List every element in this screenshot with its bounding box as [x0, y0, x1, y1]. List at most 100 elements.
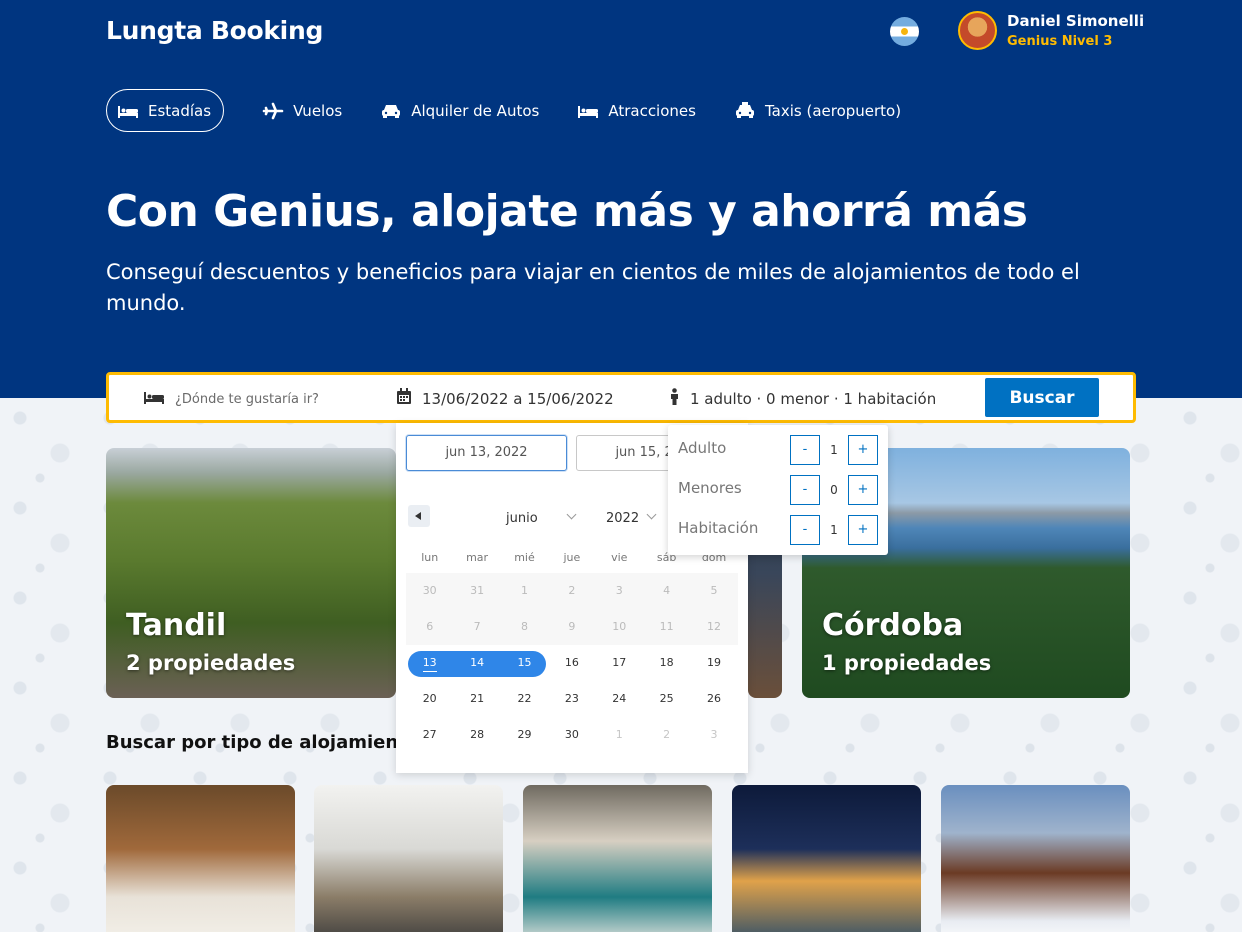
brand-logo[interactable]: Lungta Booking — [106, 16, 323, 45]
page-subtitle: Conseguí descuentos y beneficios para vi… — [106, 260, 1080, 315]
chevron-down-icon — [566, 509, 577, 520]
calendar-day: 7 — [453, 609, 501, 645]
nav-flights[interactable]: Vuelos — [262, 89, 356, 132]
dates-value: 13/06/2022 a 15/06/2022 — [422, 389, 614, 408]
plane-icon — [262, 102, 284, 120]
property-type-card-cabins[interactable] — [941, 785, 1130, 932]
guest-row-rooms: Habitación - 1 + — [678, 515, 878, 545]
calendar-day[interactable]: 19 — [690, 645, 737, 681]
calendar-day: 4 — [642, 573, 691, 609]
nav-label: Alquiler de Autos — [411, 101, 540, 120]
destination-placeholder[interactable]: ¿Dónde te gustaría ir? — [175, 392, 319, 407]
calendar-day[interactable]: 26 — [690, 681, 737, 717]
calendar-day-selected[interactable]: 15 — [501, 645, 548, 681]
guest-row-children: Menores - 0 + — [678, 475, 878, 505]
calendar-day: 1 — [500, 573, 549, 609]
property-type-card-resorts[interactable] — [523, 785, 712, 932]
user-name[interactable]: Daniel Simonelli — [1007, 12, 1144, 30]
calendar-day[interactable]: 29 — [501, 717, 548, 753]
calendar-day-selected[interactable]: 14 — [453, 645, 500, 681]
calendar-day: 31 — [453, 573, 501, 609]
destination-count: 2 propiedades — [126, 651, 296, 675]
calendar-day: 10 — [595, 609, 643, 645]
calendar-day: 9 — [548, 609, 596, 645]
calendar-day: 11 — [642, 609, 691, 645]
guest-count: 1 — [830, 523, 838, 537]
calendar-day[interactable]: 25 — [643, 681, 690, 717]
weekday-label: mié — [514, 551, 535, 564]
calendar-day[interactable]: 30 — [548, 717, 595, 753]
increment-button[interactable]: + — [848, 435, 878, 465]
calendar-day[interactable]: 22 — [501, 681, 548, 717]
calendar-day[interactable]: 18 — [643, 645, 690, 681]
calendar-day[interactable]: 28 — [453, 717, 500, 753]
section-title: Buscar por tipo de alojamiento — [106, 732, 420, 753]
taxi-icon — [734, 101, 756, 120]
destination-field[interactable]: ¿Dónde te gustaría ir? — [143, 388, 319, 410]
decrement-button[interactable]: - — [790, 515, 820, 545]
increment-button[interactable]: + — [848, 475, 878, 505]
year-select[interactable]: 2022 — [606, 511, 639, 526]
destination-name: Córdoba — [822, 608, 964, 643]
dates-field[interactable]: 13/06/2022 a 15/06/2022 — [396, 388, 614, 409]
calendar-day[interactable]: 17 — [596, 645, 643, 681]
genius-level: Genius Nivel 3 — [1007, 34, 1113, 49]
calendar-day: 30 — [406, 573, 454, 609]
increment-button[interactable]: + — [848, 515, 878, 545]
calendar-day[interactable]: 16 — [548, 645, 595, 681]
weekday-label: jue — [563, 551, 581, 564]
nav-stays[interactable]: Estadías — [106, 89, 225, 132]
avatar[interactable] — [958, 11, 997, 50]
calendar-day: 6 — [406, 609, 454, 645]
destination-count: 1 propiedades — [822, 651, 992, 675]
guest-label: Menores — [678, 479, 742, 497]
calendar-icon — [396, 388, 412, 409]
weekday-label: vie — [611, 551, 628, 564]
guest-label: Adulto — [678, 439, 727, 457]
calendar-day-selected[interactable]: 13 — [406, 645, 453, 681]
main-nav: Estadías Vuelos Alquiler de Autos Atracc… — [106, 89, 939, 132]
guests-popup: Adulto - 1 + Menores - 0 + Habitación - … — [668, 425, 888, 555]
bed-icon — [143, 388, 165, 410]
guests-value: 1 adulto · 0 menor · 1 habitación — [690, 389, 937, 408]
calendar-day[interactable]: 24 — [596, 681, 643, 717]
nav-taxis[interactable]: Taxis (aeropuerto) — [734, 89, 915, 132]
car-icon — [380, 102, 402, 120]
hero-header: Lungta Booking Daniel Simonelli Genius N… — [0, 0, 1242, 398]
argentina-flag-icon[interactable] — [890, 17, 919, 46]
calendar-day: 3 — [710, 728, 718, 741]
calendar-day: 5 — [690, 573, 738, 609]
property-type-card-apartments[interactable] — [314, 785, 503, 932]
decrement-button[interactable]: - — [790, 475, 820, 505]
calendar-day: 8 — [500, 609, 549, 645]
start-date-input[interactable]: jun 13, 2022 — [406, 435, 567, 471]
nav-label: Taxis (aeropuerto) — [764, 101, 902, 120]
month-select[interactable]: junio — [506, 511, 538, 526]
weekday-label: lun — [421, 551, 439, 564]
search-bar: ¿Dónde te gustaría ir? 13/06/2022 a 15/0… — [106, 372, 1136, 423]
calendar-day[interactable]: 27 — [406, 717, 453, 753]
nav-label: Vuelos — [293, 101, 343, 120]
decrement-button[interactable]: - — [790, 435, 820, 465]
calendar-day: 1 — [615, 728, 623, 741]
guest-count: 0 — [830, 483, 838, 497]
nav-label: Atracciones — [608, 101, 696, 120]
nav-car-rental[interactable]: Alquiler de Autos — [380, 89, 553, 132]
nav-attractions[interactable]: Atracciones — [577, 89, 710, 132]
property-type-card-hotels[interactable] — [106, 785, 295, 932]
calendar-day[interactable]: 20 — [406, 681, 453, 717]
calendar-day: 2 — [663, 728, 671, 741]
bed-icon — [117, 102, 139, 120]
property-type-card-villas[interactable] — [732, 785, 921, 932]
search-button[interactable]: Buscar — [985, 378, 1099, 417]
calendar-day[interactable]: 23 — [548, 681, 595, 717]
person-icon — [669, 388, 680, 409]
nav-label: Estadías — [148, 101, 212, 120]
prev-month-button[interactable] — [408, 505, 430, 527]
destination-card-tandil[interactable]: Tandil 2 propiedades — [106, 448, 396, 698]
calendar-day: 3 — [595, 573, 643, 609]
guests-field[interactable]: 1 adulto · 0 menor · 1 habitación — [669, 388, 936, 409]
guest-count: 1 — [830, 443, 838, 457]
calendar-grid: 30 31 1 2 3 4 5 6 7 8 9 10 11 12 13 14 1… — [406, 573, 738, 753]
calendar-day[interactable]: 21 — [453, 681, 500, 717]
